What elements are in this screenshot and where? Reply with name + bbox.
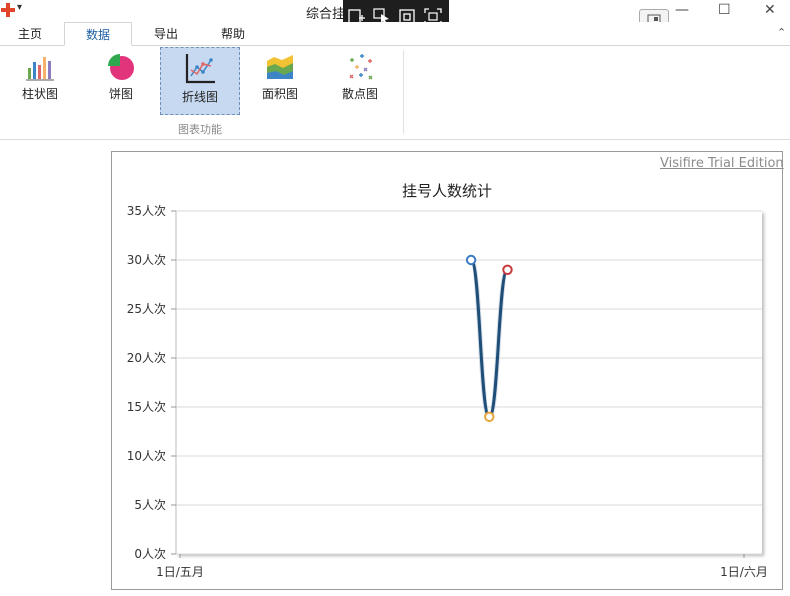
y-tick-label: 30人次 — [127, 253, 166, 267]
y-tick-label: 15人次 — [127, 400, 166, 414]
line-chart: 0人次 5人次 10人次 15人次 20人次 25人次 30人次 35人次 1日/五月 1日/六… — [127, 204, 768, 579]
x-tick-label: 1日/五月 — [156, 565, 204, 579]
y-tick-label: 5人次 — [134, 498, 166, 512]
y-tick-label: 0人次 — [134, 547, 166, 561]
data-point[interactable] — [484, 411, 495, 422]
y-tick-label: 35人次 — [127, 204, 166, 218]
y-tick-label: 10人次 — [127, 449, 166, 463]
y-axis-ticks: 0人次 5人次 10人次 15人次 20人次 25人次 30人次 35人次 — [127, 204, 176, 561]
y-tick-label: 20人次 — [127, 351, 166, 365]
x-tick-label: 1日/六月 — [720, 565, 768, 579]
data-point[interactable] — [502, 264, 513, 275]
x-axis-ticks: 1日/五月 1日/六月 — [156, 554, 768, 579]
y-tick-label: 25人次 — [127, 302, 166, 316]
data-point[interactable] — [465, 254, 477, 266]
